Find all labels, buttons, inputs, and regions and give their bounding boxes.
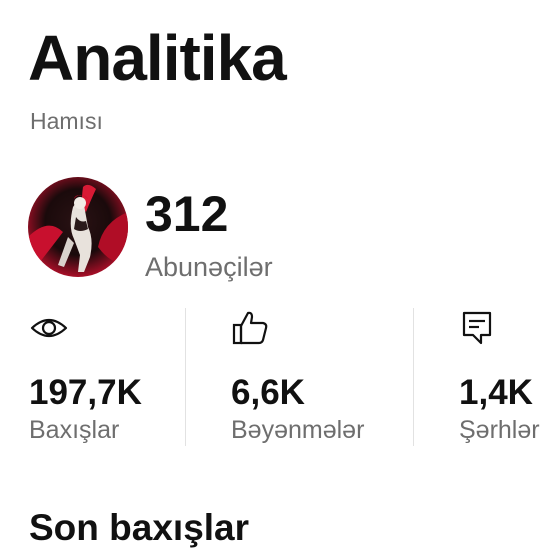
likes-label: Bəyənmələr	[231, 416, 365, 444]
stat-likes[interactable]: 6,6K Bəyənmələr	[231, 308, 401, 448]
comment-icon	[459, 308, 499, 348]
period-filter[interactable]: Hamısı	[30, 107, 103, 135]
subscribers-count: 312	[145, 186, 229, 242]
views-label: Baxışlar	[29, 416, 120, 444]
divider	[413, 308, 414, 446]
subscribers-label: Abunəçilər	[145, 252, 273, 282]
comments-label: Şərhlər	[459, 416, 540, 444]
avatar[interactable]	[28, 177, 128, 277]
divider	[185, 308, 186, 446]
comments-value: 1,4K	[459, 373, 533, 412]
views-value: 197,7K	[29, 373, 142, 412]
avatar-image	[28, 177, 128, 277]
stat-comments[interactable]: 1,4K Şərhlər	[459, 308, 559, 448]
page-title: Analitika	[28, 22, 287, 94]
likes-value: 6,6K	[231, 373, 305, 412]
thumbs-up-icon	[231, 308, 271, 348]
recent-views-title: Son baxışlar	[29, 507, 250, 548]
eye-icon	[29, 308, 69, 348]
stat-views[interactable]: 197,7K Baxışlar	[29, 308, 179, 448]
